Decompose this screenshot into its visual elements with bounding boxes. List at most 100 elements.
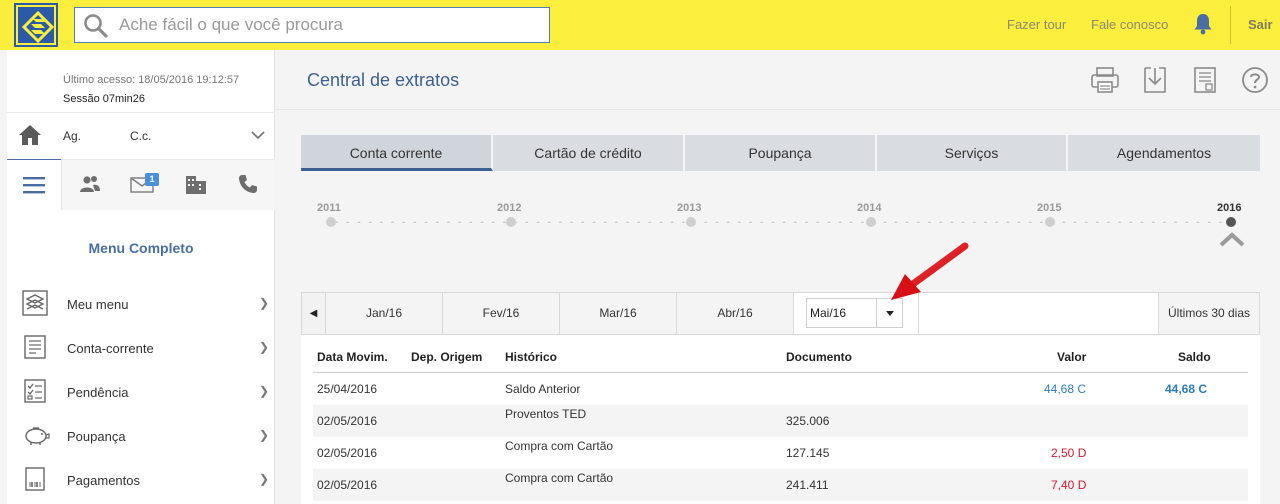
quick-icon-bar: 1: [7, 160, 275, 210]
cell-value: 2,50 D: [1051, 446, 1087, 460]
cell-date: 25/04/2016: [317, 382, 378, 396]
tab-agendamentos[interactable]: Agendamentos: [1068, 135, 1260, 171]
chevron-right-icon: ❯: [259, 384, 270, 398]
account-icon: [24, 335, 46, 359]
year-timeline: 2011 2012 2013 2014 2015 2016: [301, 195, 1260, 255]
bell-icon[interactable]: [1193, 13, 1213, 35]
col-header-value[interactable]: Valor: [1057, 350, 1086, 364]
col-header-history[interactable]: Histórico: [505, 350, 557, 364]
cell-document: 241.411: [786, 478, 829, 492]
cell-history: Compra com Cartão: [505, 471, 614, 485]
cell-value: 7,40 D: [1051, 478, 1087, 492]
sidebar-item-poupanca[interactable]: Poupança ❯: [7, 414, 275, 458]
search-input[interactable]: [119, 8, 539, 42]
last-30-days-button[interactable]: Últimos 30 dias: [1158, 293, 1259, 334]
search-icon[interactable]: [83, 13, 109, 39]
year-dot[interactable]: [866, 217, 876, 227]
last-access-text: Último acesso: 18/05/2016 19:12:57: [63, 74, 240, 86]
account-label: C.c.: [130, 129, 152, 143]
tab-servicos[interactable]: Serviços: [877, 135, 1068, 171]
year-dot[interactable]: [1045, 217, 1055, 227]
tab-poupanca[interactable]: Poupança: [685, 135, 877, 171]
statement-tabs: Conta corrente Cartão de crédito Poupanç…: [301, 135, 1260, 171]
page-title: Central de extratos: [307, 70, 460, 90]
tour-link[interactable]: Fazer tour: [1007, 17, 1066, 32]
my-menu-icon: [22, 290, 48, 316]
col-header-document[interactable]: Documento: [786, 350, 852, 364]
year-2016[interactable]: 2016: [1217, 202, 1241, 214]
document-icon[interactable]: [1193, 66, 1217, 94]
year-2011[interactable]: 2011: [317, 202, 341, 214]
checklist-icon: [24, 379, 46, 403]
year-2015[interactable]: 2015: [1037, 202, 1061, 214]
tab-conta-corrente[interactable]: Conta corrente: [301, 135, 493, 171]
hamburger-menu-button[interactable]: [7, 160, 61, 210]
download-icon[interactable]: [1143, 66, 1167, 94]
mail-badge: 1: [145, 173, 159, 186]
help-icon[interactable]: [1241, 66, 1269, 94]
year-dot[interactable]: [326, 217, 336, 227]
year-dot[interactable]: [506, 217, 516, 227]
cell-date: 02/05/2016: [317, 446, 378, 460]
sidebar-item-conta-corrente[interactable]: Conta-corrente ❯: [7, 326, 275, 370]
building-icon[interactable]: [185, 174, 207, 194]
year-2013[interactable]: 2013: [677, 202, 701, 214]
logout-button[interactable]: Sair: [1248, 17, 1273, 32]
table-row[interactable]: 02/05/2016 Proventos TED 325.006: [313, 405, 1248, 437]
month-abr[interactable]: Abr/16: [677, 293, 794, 334]
sidebar: Último acesso: 18/05/2016 19:12:57 Sessã…: [7, 50, 275, 504]
quick-icons: 1: [61, 160, 275, 210]
hamburger-icon: [23, 177, 45, 194]
bank-logo-icon[interactable]: [14, 3, 58, 47]
cell-history: Proventos TED: [505, 407, 587, 421]
sidebar-item-meu-menu[interactable]: Meu menu ❯: [7, 282, 275, 326]
cell-history: Saldo Anterior: [505, 382, 581, 396]
table-row[interactable]: 02/05/2016 Compra com Cartão 127.145 2,5…: [313, 437, 1248, 469]
agency-label: Ag.: [63, 129, 82, 143]
col-header-balance[interactable]: Saldo: [1178, 350, 1211, 364]
cell-date: 02/05/2016: [317, 478, 378, 492]
home-icon[interactable]: [18, 124, 42, 146]
users-icon[interactable]: [79, 174, 101, 194]
col-header-origin[interactable]: Dep. Origem: [411, 350, 482, 364]
month-mar[interactable]: Mar/16: [560, 293, 677, 334]
year-dot-active[interactable]: [1226, 217, 1236, 227]
cell-document: 127.145: [786, 446, 830, 460]
cell-history: Compra com Cartão: [505, 439, 614, 453]
cell-value: 44,68 C: [1044, 382, 1087, 396]
barcode-icon: [25, 467, 45, 491]
cell-balance: 44,68 C: [1165, 382, 1208, 396]
year-2014[interactable]: 2014: [857, 202, 881, 214]
selected-month: Mai/16: [810, 306, 847, 320]
chevron-right-icon: ❯: [259, 428, 270, 442]
contact-link[interactable]: Fale conosco: [1091, 17, 1168, 32]
sidebar-item-label: Pagamentos: [67, 473, 140, 488]
month-jan[interactable]: Jan/16: [326, 293, 443, 334]
phone-icon[interactable]: [238, 174, 258, 194]
sidebar-item-pendencia[interactable]: Pendência ❯: [7, 370, 275, 414]
table-row[interactable]: 02/05/2016 Compra com Cartão 241.411 7,4…: [313, 469, 1248, 501]
search-box: [74, 7, 550, 43]
full-menu-title[interactable]: Menu Completo: [7, 240, 275, 256]
title-divider: [276, 109, 1280, 110]
sidebar-item-label: Meu menu: [67, 297, 129, 312]
chevron-up-icon: [1219, 232, 1245, 247]
chevron-down-icon[interactable]: [251, 130, 265, 140]
sidebar-item-label: Poupança: [67, 429, 126, 444]
tab-cartao-credito[interactable]: Cartão de crédito: [493, 135, 685, 171]
sidebar-item-pagamentos[interactable]: Pagamentos ❯: [7, 458, 275, 502]
account-selector[interactable]: Ag. C.c.: [7, 112, 275, 160]
previous-month-button[interactable]: ◀: [302, 293, 326, 334]
session-timer: Sessão 07min26: [63, 93, 145, 105]
chevron-right-icon: ❯: [259, 296, 270, 310]
month-fev[interactable]: Fev/16: [443, 293, 560, 334]
col-header-date[interactable]: Data Movim.: [317, 350, 388, 364]
table-row[interactable]: 25/04/2016 Saldo Anterior 44,68 C 44,68 …: [313, 373, 1248, 405]
year-dot[interactable]: [686, 217, 696, 227]
top-bar: Fazer tour Fale conosco Sair: [0, 0, 1280, 50]
timeline-dots: [331, 221, 1229, 223]
cell-date: 02/05/2016: [317, 414, 378, 428]
year-2012[interactable]: 2012: [497, 202, 521, 214]
month-selector: ◀ Jan/16 Fev/16 Mar/16 Abr/16 Mai/16 Últ…: [301, 292, 1260, 335]
print-icon[interactable]: [1090, 66, 1120, 94]
